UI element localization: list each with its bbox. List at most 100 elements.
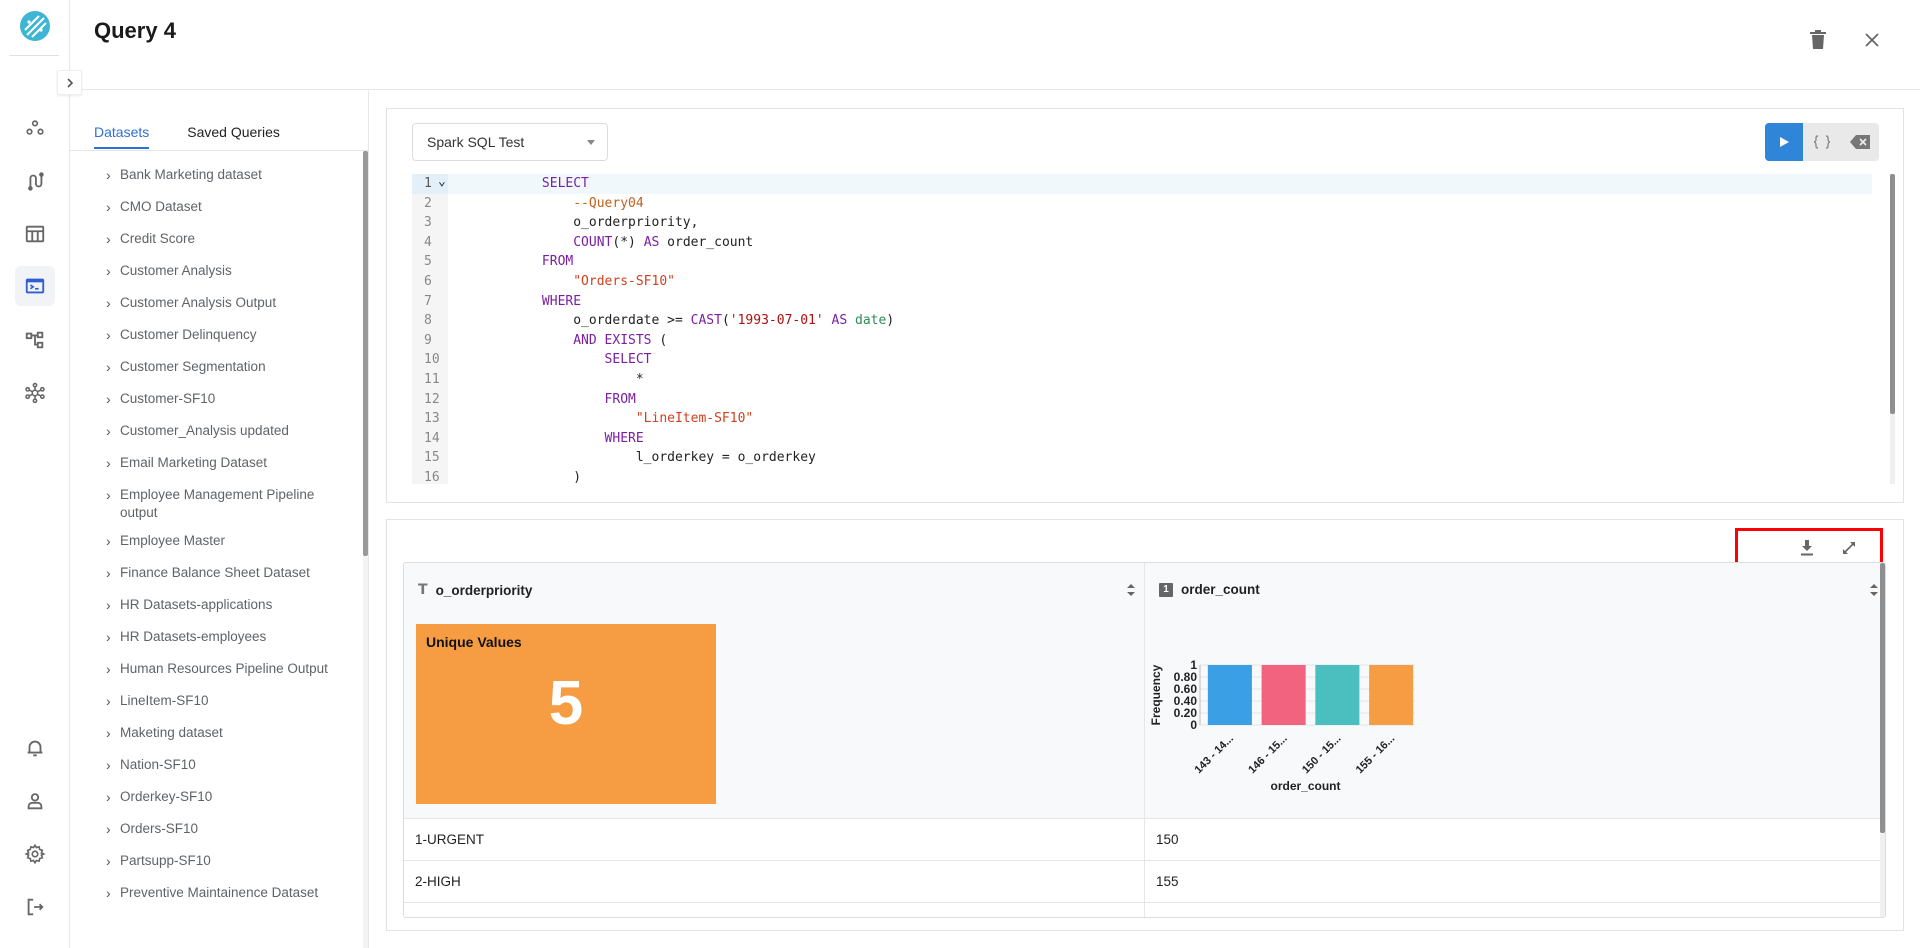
histogram-bar bbox=[1261, 665, 1306, 725]
cell-orderpriority[interactable]: 1-URGENT bbox=[404, 819, 1144, 861]
expand-button[interactable] bbox=[1838, 537, 1860, 559]
dataset-item[interactable]: › Employee Master bbox=[106, 527, 346, 559]
code-text: AND EXISTS ( bbox=[573, 332, 668, 348]
sort-icon[interactable] bbox=[1869, 583, 1879, 597]
dataset-item[interactable]: › Customer Analysis Output bbox=[106, 289, 346, 321]
tabs-divider bbox=[70, 150, 368, 151]
rail-item-notifications[interactable] bbox=[15, 728, 55, 768]
dataset-item[interactable]: › Employee Management Pipeline output bbox=[106, 481, 346, 527]
dataset-item-label: Employee Management Pipeline output bbox=[120, 487, 315, 520]
cell-orderpriority[interactable]: 3-MEDIUM bbox=[404, 903, 1144, 917]
column-title: T o_orderpriority bbox=[418, 582, 532, 598]
dataset-item-label: CMO Dataset bbox=[120, 199, 202, 214]
format-query-button[interactable] bbox=[1803, 123, 1841, 161]
number-type-icon: 1 bbox=[1159, 582, 1173, 597]
clear-query-button[interactable] bbox=[1841, 123, 1879, 161]
engine-select[interactable]: Spark SQL Test bbox=[412, 123, 608, 161]
scrollbar-thumb[interactable] bbox=[1880, 563, 1885, 833]
dataset-item[interactable]: › Finance Balance Sheet Dataset bbox=[106, 559, 346, 591]
close-button[interactable] bbox=[1857, 25, 1887, 55]
dataset-item[interactable]: › Human Resources Pipeline Output bbox=[106, 655, 346, 687]
line-number: 2 bbox=[424, 195, 432, 211]
dataset-item[interactable]: › Customer Segmentation bbox=[106, 353, 346, 385]
rail-item-logout[interactable] bbox=[15, 887, 55, 927]
run-query-button[interactable] bbox=[1765, 123, 1803, 161]
dataset-item[interactable]: › Customer-SF10 bbox=[106, 385, 346, 417]
chevron-right-icon: › bbox=[106, 565, 111, 581]
sort-icon[interactable] bbox=[1126, 583, 1136, 597]
scrollbar-thumb[interactable] bbox=[1890, 174, 1895, 414]
tab-saved-queries[interactable]: Saved Queries bbox=[187, 124, 280, 149]
network-icon bbox=[25, 382, 45, 404]
dataset-item[interactable]: › Preventive Maintainence Dataset bbox=[106, 879, 346, 901]
y-tick-label: 0 bbox=[1190, 718, 1197, 732]
dataset-item[interactable]: › CMO Dataset bbox=[106, 193, 346, 225]
dataset-item-label: Credit Score bbox=[120, 231, 196, 246]
dataset-item[interactable]: › Nation-SF10 bbox=[106, 751, 346, 783]
rail-item-pipelines[interactable] bbox=[15, 161, 55, 201]
line-number: 5 bbox=[424, 254, 432, 270]
code-text: WHERE bbox=[541, 293, 582, 309]
table-scrollbar[interactable] bbox=[1880, 563, 1885, 917]
dataset-list: › Bank Marketing dataset › CMO Dataset › Cred… bbox=[106, 161, 346, 901]
trash-icon bbox=[1810, 30, 1826, 49]
scrollbar-thumb[interactable] bbox=[363, 151, 368, 556]
line-number: 11 bbox=[424, 372, 440, 387]
expand-icon bbox=[1843, 542, 1855, 554]
delete-button[interactable] bbox=[1803, 25, 1833, 55]
rail-item-datasets[interactable] bbox=[15, 214, 55, 254]
sql-code-editor[interactable]: 1 ⌄ SELECT 2 --Query04 3 o_orderpriority, 4 … bbox=[412, 174, 1885, 484]
chevron-right-icon: › bbox=[106, 661, 111, 677]
rail-item-graph[interactable] bbox=[15, 373, 55, 413]
column-order-count: 1 order_count 0 0.20 0.40 0.60 0.80 1 143 - 14… bbox=[1145, 563, 1885, 917]
dataset-item[interactable]: › Customer_Analysis updated bbox=[106, 417, 346, 449]
code-text: "Orders-SF10" bbox=[573, 274, 675, 289]
icon-rail bbox=[0, 0, 70, 948]
dataset-item-label: Customer Delinquency bbox=[120, 327, 257, 342]
datasets-panel: Datasets Saved Queries › Bank Marketing d… bbox=[70, 91, 369, 948]
editor-scrollbar[interactable] bbox=[1890, 174, 1895, 484]
dataset-item[interactable]: › Email Marketing Dataset bbox=[106, 449, 346, 481]
dataset-item[interactable]: › Bank Marketing dataset bbox=[106, 161, 346, 193]
rail-item-settings[interactable] bbox=[15, 834, 55, 874]
dataset-item-label: HR Datasets-applications bbox=[120, 597, 273, 612]
chevron-right-icon: › bbox=[106, 885, 111, 901]
dataset-item[interactable]: › LineItem-SF10 bbox=[106, 687, 346, 719]
cell-order-count[interactable]: 150 bbox=[1145, 819, 1885, 861]
chevron-right-icon: › bbox=[106, 423, 111, 439]
line-number: 15 bbox=[424, 450, 440, 466]
rail-item-models[interactable] bbox=[15, 108, 55, 148]
dataset-item-label: Customer Segmentation bbox=[120, 359, 266, 374]
text-type-icon: T bbox=[418, 582, 428, 598]
cell-orderpriority[interactable]: 2-HIGH bbox=[404, 861, 1144, 903]
dataset-item[interactable]: › Customer Analysis bbox=[106, 257, 346, 289]
dataset-item[interactable]: › Orderkey-SF10 bbox=[106, 783, 346, 815]
dataset-item[interactable]: › Maketing dataset bbox=[106, 719, 346, 751]
dataset-item[interactable]: › HR Datasets-applications bbox=[106, 591, 346, 623]
dataset-list-scrollbar[interactable] bbox=[363, 151, 368, 948]
fold-icon[interactable]: ⌄ bbox=[438, 174, 446, 189]
code-text: l_orderkey = o_orderkey bbox=[448, 450, 816, 466]
cell-order-count[interactable]: 155 bbox=[1145, 861, 1885, 903]
dataset-item[interactable]: › Credit Score bbox=[106, 225, 346, 257]
download-button[interactable] bbox=[1796, 537, 1818, 559]
dataset-item[interactable]: › Customer Delinquency bbox=[106, 321, 346, 353]
line-number: 14 bbox=[424, 430, 440, 446]
rail-divider bbox=[10, 55, 59, 56]
dataset-item[interactable]: › HR Datasets-employees bbox=[106, 623, 346, 655]
app-logo[interactable] bbox=[19, 10, 51, 42]
cell-order-count[interactable]: 148 bbox=[1145, 903, 1885, 917]
code-line: 12 FROM bbox=[412, 390, 1872, 410]
hierarchy-icon bbox=[25, 331, 44, 349]
chevron-right-icon: › bbox=[106, 757, 111, 773]
rail-item-workflows[interactable] bbox=[15, 320, 55, 360]
close-icon bbox=[1865, 33, 1879, 47]
tab-datasets[interactable]: Datasets bbox=[94, 124, 150, 149]
expand-sidebar-button[interactable] bbox=[57, 70, 82, 95]
rail-item-profile[interactable] bbox=[15, 781, 55, 821]
dataset-item[interactable]: › Partsupp-SF10 bbox=[106, 847, 346, 879]
dataset-item-label: Employee Master bbox=[120, 533, 226, 548]
dataset-item-label: Customer_Analysis updated bbox=[120, 423, 289, 438]
rail-item-query[interactable] bbox=[15, 266, 55, 306]
dataset-item[interactable]: › Orders-SF10 bbox=[106, 815, 346, 847]
